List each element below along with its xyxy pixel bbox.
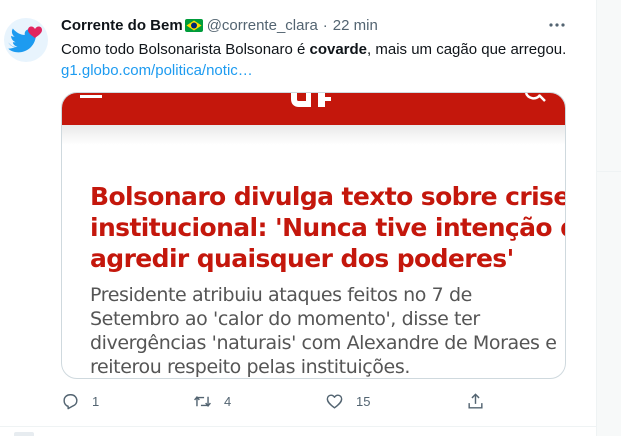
g1-header-bar <box>62 93 565 125</box>
tweet-header: Corrente do Bem @corrente_clara · 22 min <box>61 15 378 35</box>
tweet-text-start: Como todo Bolsonarista Bolsonaro é <box>61 41 310 58</box>
summary-line: Presidente atribuiu ataques feitos no 7 … <box>90 284 472 306</box>
article-headline: Bolsonaro divulga texto sobre crise inst… <box>90 181 566 274</box>
retweet-button[interactable]: 4 <box>193 389 231 413</box>
card-header-shadow <box>62 125 565 145</box>
author-handle[interactable]: @corrente_clara <box>207 17 318 34</box>
heart-icon <box>326 393 343 409</box>
brazil-flag-icon <box>184 18 203 32</box>
tweet-text-end: , mais um cagão que arregou. <box>367 41 567 58</box>
avatar[interactable] <box>4 18 48 62</box>
article-summary: Presidente atribuiu ataques feitos no 7 … <box>90 283 560 378</box>
retweet-count: 4 <box>224 393 232 409</box>
summary-line: reiterou respeito pelas instituições. <box>90 356 410 378</box>
reply-button[interactable]: 1 <box>61 389 99 413</box>
hamburger-menu-icon <box>80 95 102 98</box>
share-button[interactable] <box>466 389 485 413</box>
summary-line: divergências 'naturais' com Alexandre de… <box>90 332 557 354</box>
twitter-bird-with-heart-icon <box>8 26 42 53</box>
more-horizontal-icon <box>549 23 565 27</box>
sidebar-separator <box>597 171 621 172</box>
retweet-icon <box>194 395 211 407</box>
separator-dot: · <box>322 16 328 34</box>
tweet-text: Como todo Bolsonarista Bolsonaro é covar… <box>61 40 566 60</box>
more-button[interactable] <box>546 14 568 36</box>
g1-logo <box>291 93 331 107</box>
tweet-link[interactable]: g1.globo.com/politica/notic… <box>61 61 253 81</box>
tweet[interactable]: Corrente do Bem @corrente_clara · 22 min… <box>0 0 596 426</box>
tweet-text-bold: covarde <box>309 41 368 58</box>
search-icon <box>524 93 546 102</box>
link-preview-card[interactable]: Bolsonaro divulga texto sobre crise inst… <box>61 92 566 379</box>
reply-count: 1 <box>92 393 100 409</box>
headline-line: Bolsonaro divulga texto sobre crise <box>90 182 566 211</box>
author-name[interactable]: Corrente do Bem <box>61 17 183 34</box>
tweet-time[interactable]: 22 min <box>333 17 378 34</box>
share-icon <box>468 392 483 409</box>
tweet-actions: 1 4 15 <box>61 389 581 413</box>
sidebar-edge <box>597 0 621 436</box>
next-tweet-avatar-edge <box>14 432 34 436</box>
like-button[interactable]: 15 <box>325 389 370 413</box>
headline-line: institucional: 'Nunca tive intenção de <box>90 213 566 242</box>
like-count: 15 <box>356 393 371 409</box>
headline-line: agredir quaisquer dos poderes' <box>90 244 514 273</box>
reply-icon <box>63 393 78 409</box>
tweet-divider <box>0 426 596 427</box>
summary-line: Setembro ao 'calor do momento', disse te… <box>90 308 480 330</box>
